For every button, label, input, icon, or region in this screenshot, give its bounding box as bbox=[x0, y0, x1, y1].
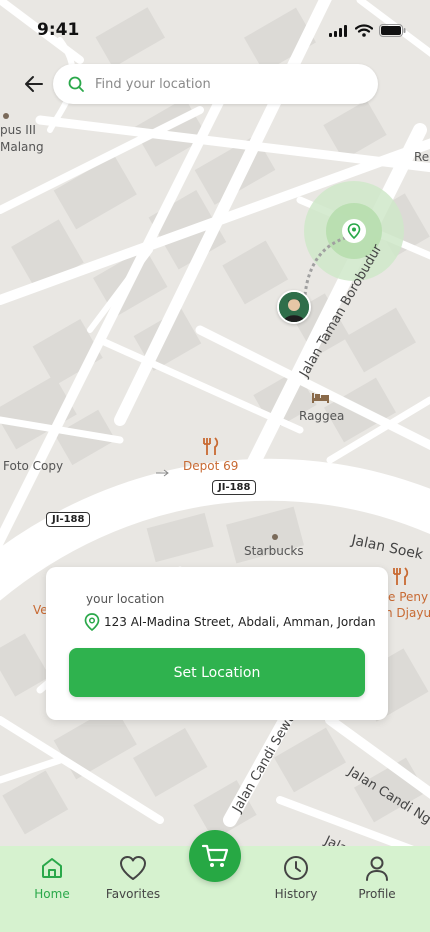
road-shield-ji-188-west: JI-188 bbox=[46, 512, 91, 527]
cellular-signal-icon bbox=[329, 24, 347, 37]
location-caption: your location bbox=[86, 592, 165, 606]
cart-button[interactable] bbox=[189, 830, 241, 882]
user-avatar-marker[interactable] bbox=[277, 290, 311, 324]
tab-profile-label: Profile bbox=[358, 887, 396, 901]
home-icon bbox=[42, 858, 62, 878]
map-label-foto-copy: Foto Copy bbox=[3, 459, 64, 473]
location-pin-marker bbox=[342, 219, 366, 243]
map-label-djayu: n Djayu bbox=[385, 606, 430, 620]
set-location-button[interactable]: Set Location bbox=[69, 648, 365, 697]
map-label-re: Re bbox=[414, 150, 430, 164]
status-bar: 9:41 bbox=[0, 0, 430, 60]
search-input[interactable] bbox=[93, 75, 357, 93]
arrow-left-icon bbox=[25, 76, 43, 92]
map-label-malang: Malang bbox=[0, 140, 44, 154]
tab-home-label: Home bbox=[34, 887, 70, 901]
map-label-depot: Depot 69 bbox=[183, 459, 239, 473]
back-button[interactable] bbox=[20, 70, 48, 98]
battery-icon bbox=[379, 24, 406, 37]
tab-history[interactable]: History bbox=[261, 854, 331, 901]
wifi-icon bbox=[355, 24, 373, 37]
search-icon bbox=[68, 76, 84, 92]
location-address: 123 Al-Madina Street, Abdali, Amman, Jor… bbox=[104, 615, 376, 629]
avatar-icon bbox=[279, 292, 309, 322]
tab-favorites-label: Favorites bbox=[105, 887, 161, 901]
map-label-starbucks: Starbucks bbox=[244, 544, 304, 558]
location-card: your location 123 Al-Madina Street, Abda… bbox=[46, 567, 388, 720]
heart-icon bbox=[120, 856, 146, 880]
search-bar[interactable] bbox=[53, 64, 378, 104]
map-label-raggea: Raggea bbox=[299, 409, 345, 423]
tab-history-label: History bbox=[274, 887, 318, 901]
map-label-pus: pus III bbox=[0, 123, 36, 137]
road-shield-ji-188: JI-188 bbox=[212, 480, 257, 495]
location-address-row: 123 Al-Madina Street, Abdali, Amman, Jor… bbox=[84, 613, 376, 631]
location-pin-icon bbox=[84, 613, 100, 631]
status-time: 9:41 bbox=[37, 20, 80, 40]
tab-favorites[interactable]: Favorites bbox=[98, 854, 168, 901]
map-label-penyet: e Peny bbox=[388, 590, 429, 604]
clock-icon bbox=[284, 856, 308, 880]
user-icon bbox=[366, 856, 388, 881]
shopping-cart-icon bbox=[201, 844, 229, 867]
tab-home[interactable]: Home bbox=[17, 854, 87, 901]
tab-profile[interactable]: Profile bbox=[342, 854, 412, 901]
